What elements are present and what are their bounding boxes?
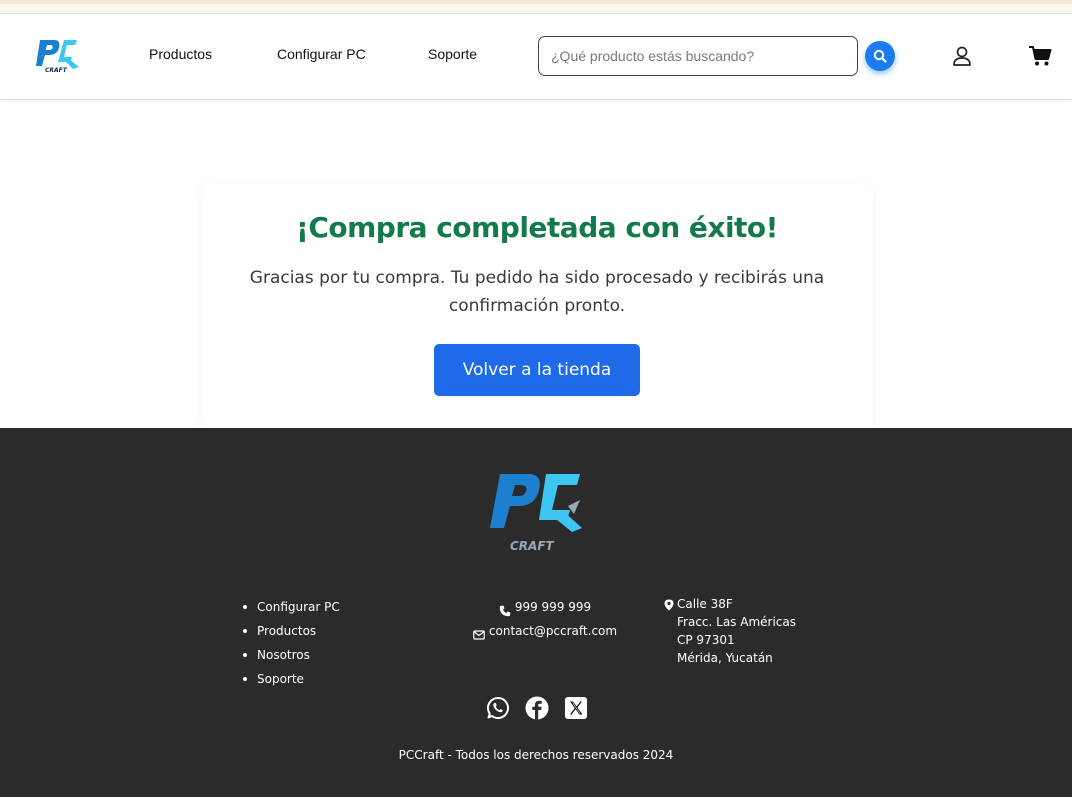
nav-soporte[interactable]: Soporte (428, 46, 477, 62)
pccraft-logo-large: CRAFT (488, 470, 586, 556)
pccraft-logo[interactable]: CRAFT (34, 36, 82, 76)
footer-address: Calle 38F Fracc. Las Américas CP 97301 M… (664, 595, 796, 667)
address-line-3: CP 97301 (677, 633, 735, 647)
phone-number: 999 999 999 (514, 600, 592, 614)
cart-icon[interactable] (1028, 45, 1052, 67)
search-input[interactable] (538, 36, 858, 76)
confirmation-message: Gracias por tu compra. Tu pedido ha sido… (249, 268, 825, 316)
address-line-1: Calle 38F (677, 597, 733, 611)
footer-email: contact@pccraft.com (440, 619, 650, 643)
facebook-icon[interactable] (525, 696, 549, 720)
search-icon (873, 49, 887, 63)
svg-text:CRAFT: CRAFT (45, 67, 68, 74)
top-strip (0, 0, 1072, 14)
footer-link-configurar-pc[interactable]: Configurar PC (243, 595, 340, 619)
footer-link-productos[interactable]: Productos (243, 619, 340, 643)
confirmation-title: ¡Compra completada con éxito! (296, 211, 778, 244)
site-header: CRAFT Productos Configurar PC Soporte (0, 14, 1072, 100)
svg-text:CRAFT: CRAFT (510, 539, 555, 553)
footer-links: Configurar PC Productos Nosotros Soporte (243, 595, 340, 691)
address-line-4: Mérida, Yucatán (677, 651, 773, 665)
x-icon[interactable] (564, 696, 588, 720)
copyright: PCCraft - Todos los derechos reservados … (398, 748, 674, 762)
site-footer: CRAFT Configurar PC Productos Nosotros S… (0, 428, 1072, 797)
whatsapp-icon[interactable] (486, 696, 510, 720)
search-button[interactable] (865, 41, 895, 71)
footer-contact: 999 999 999 contact@pccraft.com (440, 595, 650, 643)
nav-productos[interactable]: Productos (149, 46, 212, 62)
email-address[interactable]: contact@pccraft.com (489, 619, 617, 643)
confirmation-card: ¡Compra completada con éxito! Gracias po… (201, 184, 873, 430)
map-pin-icon (664, 598, 674, 611)
back-to-store-button[interactable]: Volver a la tienda (434, 344, 640, 396)
envelope-icon (473, 625, 485, 640)
footer-link-soporte[interactable]: Soporte (243, 667, 340, 691)
address-line-2: Fracc. Las Américas (677, 615, 796, 629)
footer-link-nosotros[interactable]: Nosotros (243, 643, 340, 667)
phone-icon (499, 601, 511, 617)
social-links (486, 695, 588, 721)
user-icon[interactable] (951, 45, 973, 67)
footer-phone: 999 999 999 (440, 595, 650, 619)
nav-configurar-pc[interactable]: Configurar PC (277, 46, 366, 62)
